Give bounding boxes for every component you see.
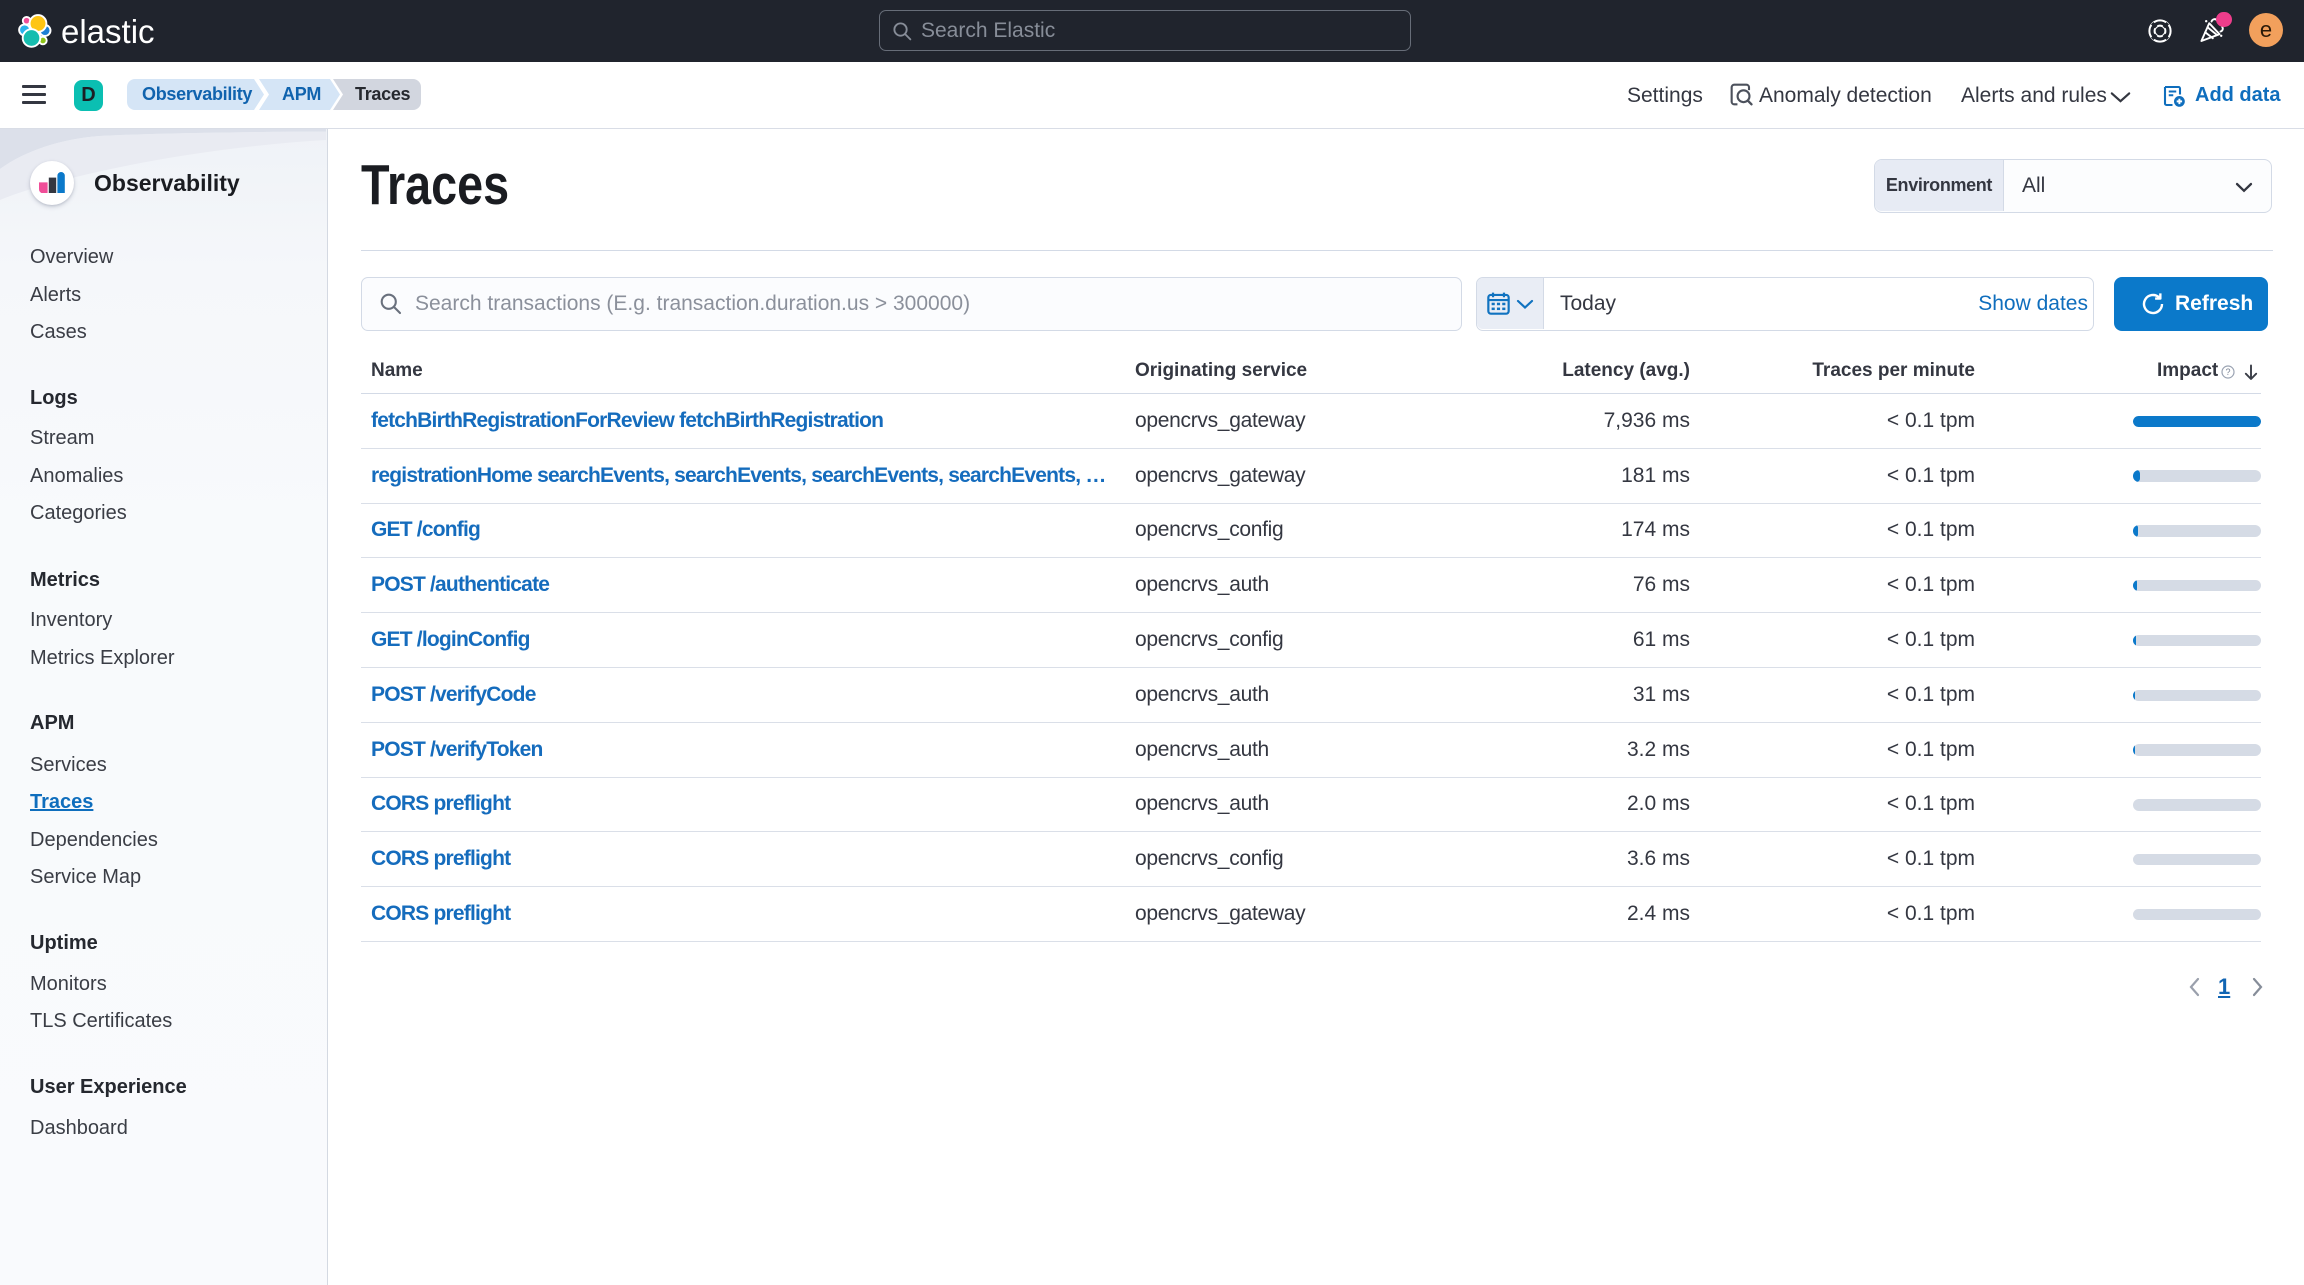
svg-text:?: ? (2225, 367, 2230, 377)
